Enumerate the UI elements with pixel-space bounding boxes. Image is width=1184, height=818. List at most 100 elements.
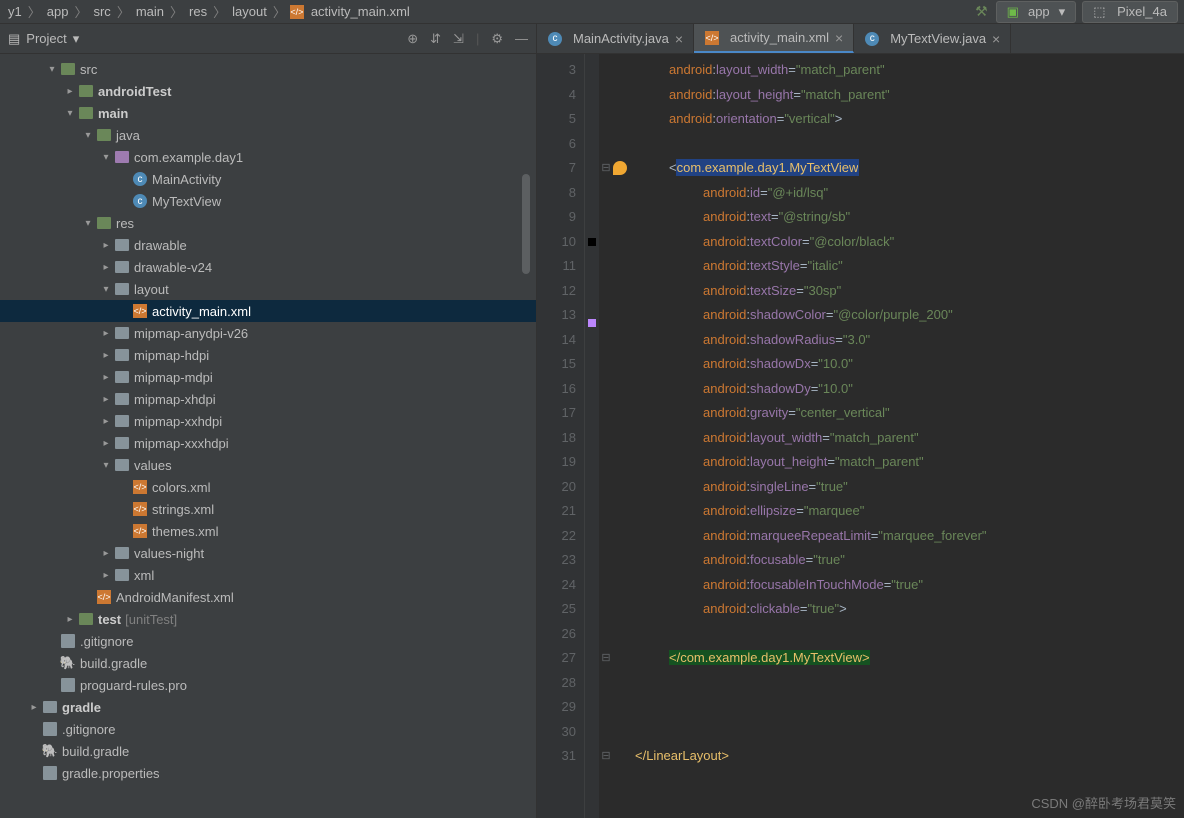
fold-column[interactable]: ⊟⊟⊟ <box>599 54 613 818</box>
gear-icon[interactable]: ⚙ <box>491 31 503 47</box>
tree-arrow-icon[interactable]: ▾ <box>98 284 114 295</box>
tree-item[interactable]: ▾main <box>0 102 536 124</box>
tree-item[interactable]: cMainActivity <box>0 168 536 190</box>
run-configuration-selector[interactable]: ▣ app ▾ <box>996 1 1077 23</box>
bc-item[interactable]: src <box>91 4 112 19</box>
tree-item[interactable]: ▾com.example.day1 <box>0 146 536 168</box>
tree-arrow-icon[interactable]: ▸ <box>98 570 114 581</box>
editor-tab[interactable]: </>activity_main.xml× <box>694 24 854 53</box>
tree-item[interactable]: proguard-rules.pro <box>0 674 536 696</box>
bc-item[interactable]: main <box>134 4 166 19</box>
tree-item[interactable]: </>themes.xml <box>0 520 536 542</box>
xml-icon: </> <box>132 303 148 319</box>
tree-item[interactable]: ▸gradle <box>0 696 536 718</box>
tree-arrow-icon[interactable]: ▾ <box>80 218 96 229</box>
tree-item[interactable]: </>activity_main.xml <box>0 300 536 322</box>
tree-arrow-icon[interactable]: ▸ <box>98 262 114 273</box>
device-selector[interactable]: ⬚ Pixel_4a <box>1082 1 1178 23</box>
tree-item[interactable]: ▸ drawable <box>0 234 536 256</box>
project-view-selector[interactable]: ▤ Project ▾ <box>8 31 79 47</box>
build-icon[interactable]: ⚒ <box>973 3 990 20</box>
tree-item[interactable]: .gitignore <box>0 630 536 652</box>
code-editor[interactable]: 3456789101112131415161718192021222324252… <box>537 54 1184 818</box>
tree-item[interactable]: </>strings.xml <box>0 498 536 520</box>
tree-item[interactable]: ▸ values-night <box>0 542 536 564</box>
tree-arrow-icon[interactable]: ▾ <box>62 108 78 119</box>
divider: | <box>476 31 479 46</box>
tree-item[interactable]: ▸mipmap-xxhdpi <box>0 410 536 432</box>
close-icon[interactable]: × <box>992 31 1000 47</box>
tree-arrow-icon[interactable]: ▸ <box>26 702 42 713</box>
chevron-right-icon: 〉 <box>115 2 132 21</box>
tree-arrow-icon[interactable]: ▸ <box>98 438 114 449</box>
folder-icon <box>114 545 130 561</box>
tree-item[interactable]: 🐘build.gradle <box>0 652 536 674</box>
tree-arrow-icon[interactable]: ▸ <box>98 394 114 405</box>
tree-item[interactable]: .gitignore <box>0 718 536 740</box>
tree-item[interactable]: ▸mipmap-xhdpi <box>0 388 536 410</box>
marker-column <box>585 54 599 818</box>
tree-item-label: strings.xml <box>152 502 214 517</box>
chevron-right-icon: 〉 <box>211 2 228 21</box>
tree-arrow-icon[interactable]: ▸ <box>98 416 114 427</box>
bc-item[interactable]: res <box>187 4 209 19</box>
tree-item-label: res <box>116 216 134 231</box>
editor-tab[interactable]: cMyTextView.java× <box>854 24 1011 53</box>
bc-project[interactable]: y1 <box>6 4 24 19</box>
tree-item[interactable]: ▸xml <box>0 564 536 586</box>
tree-arrow-icon[interactable]: ▸ <box>98 240 114 251</box>
tree-item[interactable]: ▸drawable-v24 <box>0 256 536 278</box>
editor-tab[interactable]: cMainActivity.java× <box>537 24 694 53</box>
tree-item[interactable]: gradle.properties <box>0 762 536 784</box>
tree-arrow-icon[interactable]: ▸ <box>98 328 114 339</box>
tree-arrow-icon[interactable]: ▾ <box>98 152 114 163</box>
bc-item[interactable]: layout <box>230 4 269 19</box>
tree-item-label: .gitignore <box>80 634 133 649</box>
tree-arrow-icon[interactable]: ▸ <box>98 548 114 559</box>
project-tree[interactable]: ▾ src ▸androidTest▾main▾java▾com.example.d… <box>0 54 536 818</box>
expand-icon[interactable]: ⇵ <box>430 31 441 47</box>
tree-arrow-icon[interactable]: ▾ <box>80 130 96 141</box>
tree-item[interactable]: ▾ src <box>0 58 536 80</box>
tree-arrow-icon[interactable]: ▸ <box>98 350 114 361</box>
tree-arrow-icon[interactable]: ▾ <box>98 460 114 471</box>
tree-item[interactable]: ▾java <box>0 124 536 146</box>
tree-item[interactable]: ▾layout <box>0 278 536 300</box>
file-icon <box>42 765 58 781</box>
tree-item[interactable]: ▸mipmap-xxxhdpi <box>0 432 536 454</box>
tree-item-label: values-night <box>134 546 204 561</box>
tree-item[interactable]: </>colors.xml <box>0 476 536 498</box>
code-content[interactable]: android:layout_width="match_parent"andro… <box>631 54 1184 818</box>
folder-src-icon <box>96 127 112 143</box>
tree-item[interactable]: cMyTextView <box>0 190 536 212</box>
tree-item[interactable]: 🐘build.gradle <box>0 740 536 762</box>
scrollbar-thumb[interactable] <box>522 174 530 274</box>
line-gutter[interactable]: 3456789101112131415161718192021222324252… <box>537 54 585 818</box>
collapse-icon[interactable]: ⇲ <box>453 31 464 47</box>
tree-item-label: values <box>134 458 172 473</box>
tree-item[interactable]: </>AndroidManifest.xml <box>0 586 536 608</box>
tree-arrow-icon[interactable]: ▸ <box>62 614 78 625</box>
bc-item[interactable]: activity_main.xml <box>309 4 412 19</box>
tree-item[interactable]: ▸test[unitTest] <box>0 608 536 630</box>
tree-item[interactable]: ▸mipmap-anydpi-v26 <box>0 322 536 344</box>
tree-item[interactable]: ▸androidTest <box>0 80 536 102</box>
bc-item[interactable]: app <box>45 4 71 19</box>
tree-item-label: gradle.properties <box>62 766 160 781</box>
tree-item[interactable]: ▾ values <box>0 454 536 476</box>
tree-arrow-icon[interactable]: ▸ <box>62 86 78 97</box>
device-label: Pixel_4a <box>1115 4 1169 19</box>
tree-item-label: drawable <box>134 238 187 253</box>
tree-arrow-icon[interactable]: ▸ <box>98 372 114 383</box>
tree-arrow-icon[interactable]: ▾ <box>44 64 60 75</box>
tree-item[interactable]: ▸mipmap-hdpi <box>0 344 536 366</box>
close-icon[interactable]: × <box>835 30 843 46</box>
close-icon[interactable]: × <box>675 31 683 47</box>
minimize-icon[interactable]: — <box>515 31 528 46</box>
target-icon[interactable]: ⊕ <box>407 31 418 47</box>
tree-item-label: src <box>80 62 97 77</box>
tree-item[interactable]: ▸mipmap-mdpi <box>0 366 536 388</box>
chevron-right-icon: 〉 <box>72 2 89 21</box>
intention-column[interactable] <box>613 54 631 818</box>
tree-item[interactable]: ▾ res <box>0 212 536 234</box>
